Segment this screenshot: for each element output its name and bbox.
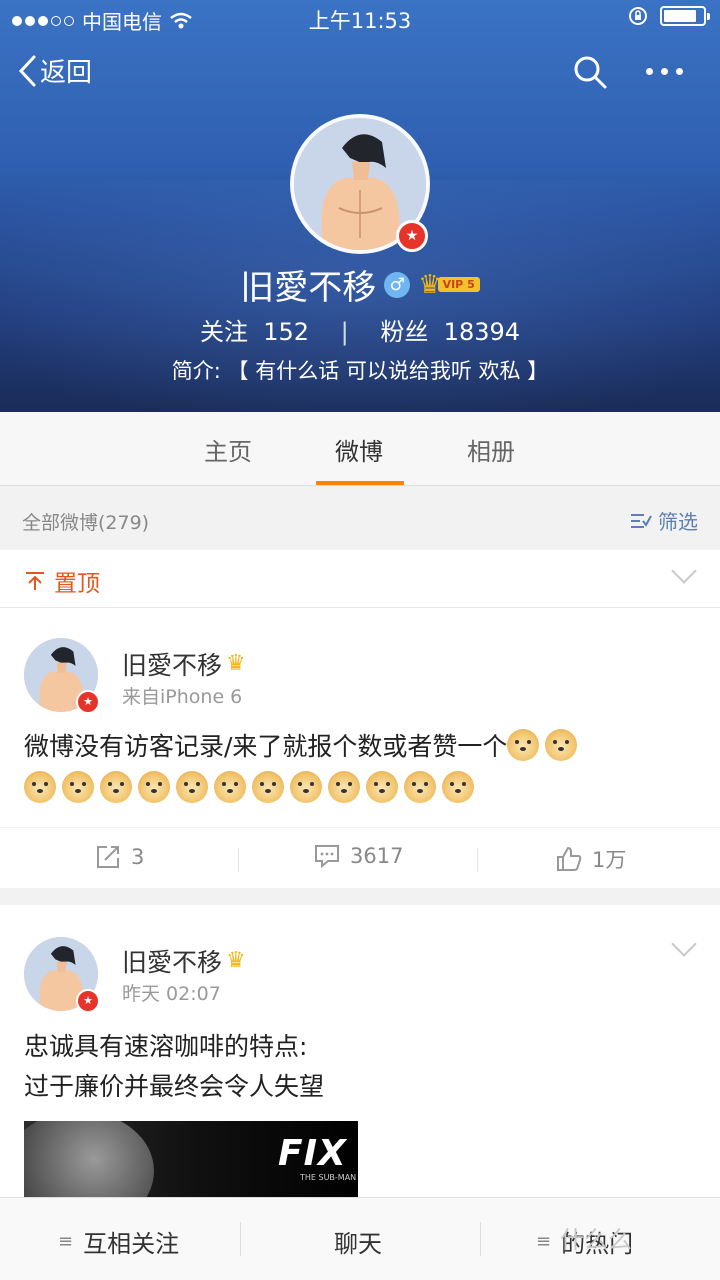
filter-button[interactable]: 筛选 [630,506,698,535]
post-card: 旧愛不移 ♛ 来自iPhone 6 微博没有访客记录/来了就报个数或者赞一个 3… [0,608,720,888]
doge-emoji-icon [100,771,132,803]
post-count-label: 全部微博(279) [22,512,150,534]
doge-emoji-icon [328,771,360,803]
doge-emoji-icon [290,771,322,803]
repost-icon [97,846,119,868]
stats-divider: | [340,318,349,346]
verified-badge-icon [76,989,100,1013]
divider [238,848,239,872]
search-icon [574,56,607,89]
more-button[interactable] [646,68,683,75]
pin-top-icon [26,572,44,590]
followers-stat[interactable]: 粉丝 18394 [380,318,520,346]
mutual-follow-button[interactable]: ≡ 互相关注 [58,1224,179,1259]
thumbs-up-icon [557,846,582,871]
verified-badge-icon [396,220,428,252]
verified-badge-icon [76,690,100,714]
doge-emoji-icon [138,771,170,803]
doge-emoji-icon [176,771,208,803]
profile-bio: 简介: 【 有什么话 可以说给我听 欢私 】 [171,359,549,383]
menu-icon: ≡ [536,1231,552,1252]
rotation-lock-icon [629,7,647,25]
like-count: 1万 [592,848,627,872]
tab-weibo[interactable]: 微博 [335,432,383,467]
doge-emoji-icon [507,729,540,761]
post-actions: 3 3617 1万 [0,827,720,888]
filter-bar: 全部微博(279) 筛选 [0,486,720,550]
following-stat[interactable]: 关注 152 [200,318,309,346]
divider [480,1222,481,1256]
post-image[interactable]: FIX THE SUB-MAN [24,1121,358,1197]
vip-badge[interactable]: ♛ VIP 5 [418,272,480,298]
profile-header: 中国电信 上午11:53 返回 ★ 旧愛不移 ♂ ♛ VIP 5 关注 152 … [0,0,720,412]
profile-stats: 关注 152 | 粉丝 18394 [0,312,720,347]
post-time: 昨天 02:07 [122,983,221,1005]
status-bar: 中国电信 上午11:53 [0,0,720,36]
vip-level: VIP 5 [437,277,480,292]
tab-album[interactable]: 相册 [467,432,515,467]
active-tab-indicator [316,481,404,485]
comment-icon [315,845,339,868]
crown-icon: ♛ [226,651,246,676]
profile-name: 旧愛不移 [240,268,377,308]
post-text: 微博没有访客记录/来了就报个数或者赞一个 [24,726,696,810]
repost-count: 3 [131,845,145,869]
post-source: 来自iPhone 6 [122,686,243,708]
filter-icon [631,513,652,528]
back-label: 返回 [40,58,93,88]
doge-emoji-icon [442,771,474,803]
doge-emoji-icon [24,771,56,803]
divider [240,1222,241,1256]
doge-emoji-icon [366,771,398,803]
watermark: 什么么 [560,1226,632,1254]
back-button[interactable]: 返回 [18,52,92,89]
doge-emoji-icon [214,771,246,803]
post-text: 忠诚具有速溶咖啡的特点: 过于廉价并最终会令人失望 [24,1032,325,1101]
comment-button[interactable]: 3617 [314,844,403,868]
post-card: 旧愛不移 ♛ 昨天 02:07 忠诚具有速溶咖啡的特点: 过于廉价并最终会令人失… [0,905,720,1197]
chevron-left-icon [18,55,36,86]
face-photo [24,1121,154,1197]
search-button[interactable] [572,54,608,94]
male-icon: ♂ [384,271,411,298]
doge-emoji-icon [252,771,284,803]
chat-button[interactable]: 聊天 [334,1224,382,1259]
filter-label: 筛选 [658,510,698,534]
clock: 上午11:53 [308,9,412,33]
doge-emoji-icon [62,771,94,803]
menu-icon: ≡ [58,1231,74,1252]
battery-icon [660,6,710,26]
pinned-label: 置顶 [54,571,100,597]
profile-tabs: 主页 微博 相册 [0,412,720,486]
comment-count: 3617 [350,844,404,868]
divider [477,848,478,872]
crown-icon: ♛ [226,948,246,973]
doge-emoji-icon [545,729,578,761]
pinned-bar[interactable]: 置顶 [0,550,720,608]
tab-home[interactable]: 主页 [204,432,252,467]
more-dots-icon [646,68,653,75]
repost-button[interactable]: 3 [95,844,144,870]
doge-emoji-icon [404,771,436,803]
bottom-bar: ≡ 互相关注 聊天 ≡ 的热门 什么么 [0,1197,720,1280]
like-button[interactable]: 1万 [556,844,626,874]
chevron-down-icon[interactable] [671,558,697,584]
image-subtitle: THE SUB-MAN [300,1173,357,1182]
chat-label: 聊天 [334,1230,382,1258]
mutual-follow-label: 互相关注 [83,1230,180,1258]
post-author[interactable]: 旧愛不移 [122,646,222,682]
chevron-down-icon[interactable] [671,931,697,957]
post-author[interactable]: 旧愛不移 [122,943,222,979]
image-logo: FIX [278,1133,347,1174]
